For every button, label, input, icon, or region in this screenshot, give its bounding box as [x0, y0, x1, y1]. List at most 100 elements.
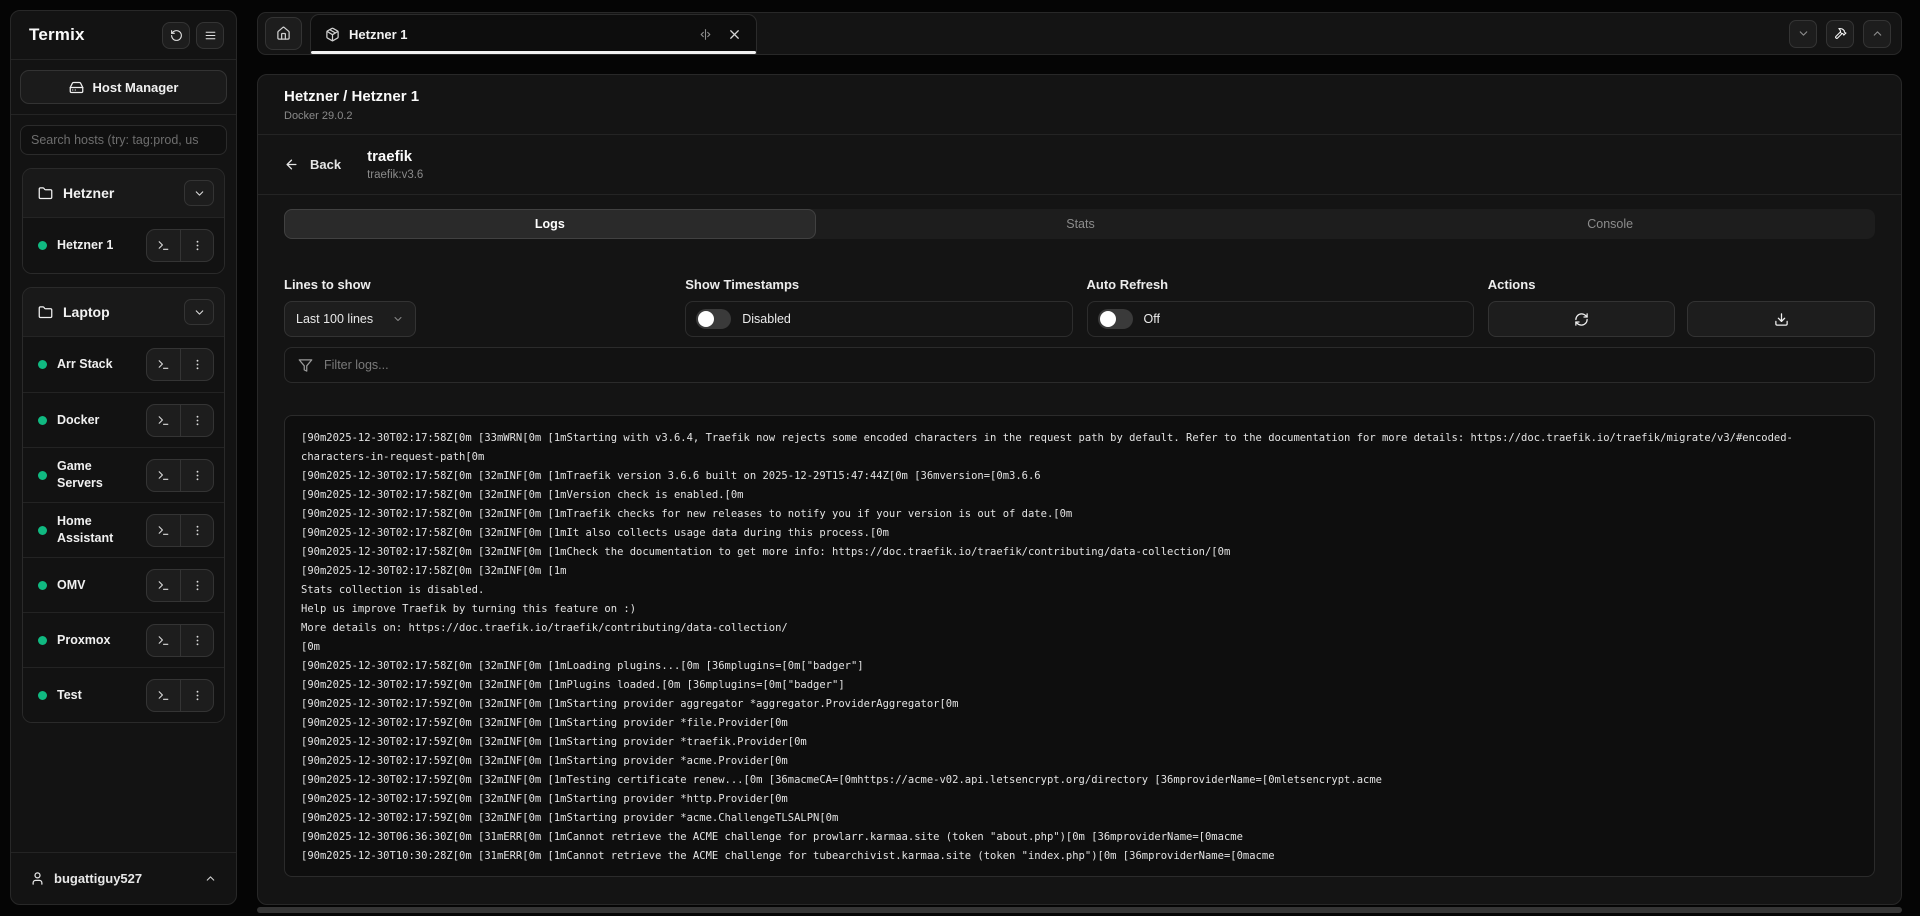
sidebar-menu-button[interactable] [196, 22, 224, 49]
refresh-logs-button[interactable] [1488, 301, 1676, 337]
host-row[interactable]: Hetzner 1 [23, 218, 224, 273]
show-timestamps-group: Show Timestamps Disabled [685, 277, 1072, 337]
host-status-dot [38, 471, 47, 480]
horizontal-scrollbar[interactable] [257, 907, 1902, 913]
host-row[interactable]: OMV [23, 557, 224, 612]
server-header: Hetzner / Hetzner 1 Docker 29.0.2 [258, 75, 1901, 135]
timestamps-toggle-switch[interactable] [696, 309, 731, 329]
host-group-header[interactable]: Hetzner [23, 169, 224, 218]
host-menu-button[interactable] [180, 625, 213, 656]
back-button[interactable]: Back [284, 157, 341, 172]
log-line: [90m2025-12-30T02:17:59Z[0m [32mINF[0m [… [301, 752, 1858, 771]
log-line: [90m2025-12-30T02:17:58Z[0m [32mINF[0m [… [301, 657, 1858, 676]
host-menu-button[interactable] [180, 405, 213, 436]
refresh-hosts-button[interactable] [162, 22, 190, 49]
host-manager-button[interactable]: Host Manager [20, 70, 227, 104]
host-row[interactable]: Docker [23, 392, 224, 447]
host-actions [146, 404, 214, 437]
sidebar: Termix Host Manager [10, 10, 237, 905]
log-line: [90m2025-12-30T02:17:59Z[0m [32mINF[0m [… [301, 733, 1858, 752]
close-icon [727, 27, 742, 42]
group-collapse-button[interactable] [184, 299, 214, 325]
host-actions [146, 569, 214, 602]
app-logo: Termix [29, 25, 85, 45]
host-row[interactable]: Proxmox [23, 612, 224, 667]
rotate-ccw-icon [170, 29, 183, 42]
tools-button[interactable] [1826, 20, 1854, 48]
active-tab-underline [311, 51, 756, 54]
user-icon [30, 871, 45, 886]
filter-logs-input[interactable] [324, 358, 1861, 372]
group-name: Hetzner [63, 185, 114, 201]
group-collapse-button[interactable] [184, 180, 214, 206]
auto-refresh-toggle-box[interactable]: Off [1087, 301, 1474, 337]
host-group-header[interactable]: Laptop [23, 288, 224, 337]
docker-version: Docker 29.0.2 [284, 110, 1875, 122]
split-view-icon[interactable] [699, 28, 712, 41]
container-name: traefik [367, 148, 423, 165]
host-menu-button[interactable] [180, 460, 213, 491]
user-footer[interactable]: bugattiguy527 [11, 852, 236, 904]
folder-icon [38, 186, 53, 201]
host-actions [146, 348, 214, 381]
log-line: [90m2025-12-30T02:17:58Z[0m [32mINF[0m [… [301, 486, 1858, 505]
search-section [11, 115, 236, 158]
host-name: Proxmox [57, 632, 111, 649]
container-body: Logs Stats Console Lines to show Last 10… [258, 195, 1901, 877]
log-line: [90m2025-12-30T02:17:59Z[0m [32mINF[0m [… [301, 676, 1858, 695]
home-button[interactable] [265, 17, 302, 50]
username: bugattiguy527 [54, 871, 195, 886]
log-line: More details on: https://doc.traefik.io/… [301, 619, 1858, 638]
log-output[interactable]: [90m2025-12-30T02:17:58Z[0m [33mWRN[0m [… [284, 415, 1875, 877]
host-row[interactable]: Home Assistant [23, 502, 224, 557]
tab-console[interactable]: Console [1345, 209, 1875, 239]
collapse-panel-button[interactable] [1789, 20, 1817, 48]
tab-stats[interactable]: Stats [816, 209, 1346, 239]
host-actions [146, 229, 214, 262]
host-group: Hetzner Hetzner 1 [22, 168, 225, 274]
host-row[interactable]: Game Servers [23, 447, 224, 502]
host-terminal-button[interactable] [147, 625, 180, 656]
search-hosts-input[interactable] [20, 125, 227, 155]
kebab-menu-icon [191, 469, 204, 482]
log-line: Stats collection is disabled. [301, 581, 1858, 600]
lines-select[interactable]: Last 100 lines [284, 301, 416, 337]
host-terminal-button[interactable] [147, 230, 180, 261]
expand-panel-button[interactable] [1863, 20, 1891, 48]
host-menu-button[interactable] [180, 680, 213, 711]
auto-refresh-toggle-switch[interactable] [1098, 309, 1133, 329]
host-menu-button[interactable] [180, 570, 213, 601]
host-terminal-button[interactable] [147, 349, 180, 380]
group-hosts: Hetzner 1 [23, 218, 224, 273]
tab-hetzner-1[interactable]: Hetzner 1 [310, 14, 757, 54]
host-menu-button[interactable] [180, 515, 213, 546]
host-terminal-button[interactable] [147, 680, 180, 711]
host-name: Hetzner 1 [57, 237, 113, 254]
host-status-dot [38, 636, 47, 645]
hammer-icon [1834, 27, 1847, 40]
host-menu-button[interactable] [180, 349, 213, 380]
timestamps-toggle-box[interactable]: Disabled [685, 301, 1072, 337]
download-logs-button[interactable] [1687, 301, 1875, 337]
host-terminal-button[interactable] [147, 405, 180, 436]
tab-close-button[interactable] [727, 27, 742, 42]
log-line: [90m2025-12-30T02:17:59Z[0m [32mINF[0m [… [301, 809, 1858, 828]
home-icon [276, 26, 291, 41]
host-terminal-button[interactable] [147, 570, 180, 601]
host-menu-button[interactable] [180, 230, 213, 261]
terminal-icon [157, 414, 170, 427]
server-title: Hetzner / Hetzner 1 [284, 88, 1875, 105]
show-timestamps-label: Show Timestamps [685, 277, 1072, 292]
host-row[interactable]: Arr Stack [23, 337, 224, 392]
host-terminal-button[interactable] [147, 460, 180, 491]
kebab-menu-icon [191, 414, 204, 427]
group-name: Laptop [63, 304, 110, 320]
host-actions [146, 459, 214, 492]
host-actions [146, 624, 214, 657]
log-line: [90m2025-12-30T02:17:59Z[0m [32mINF[0m [… [301, 790, 1858, 809]
host-row[interactable]: Test [23, 667, 224, 722]
host-terminal-button[interactable] [147, 515, 180, 546]
tab-logs[interactable]: Logs [284, 209, 816, 239]
log-line: Help us improve Traefik by turning this … [301, 600, 1858, 619]
log-line: [90m2025-12-30T02:17:59Z[0m [32mINF[0m [… [301, 714, 1858, 733]
